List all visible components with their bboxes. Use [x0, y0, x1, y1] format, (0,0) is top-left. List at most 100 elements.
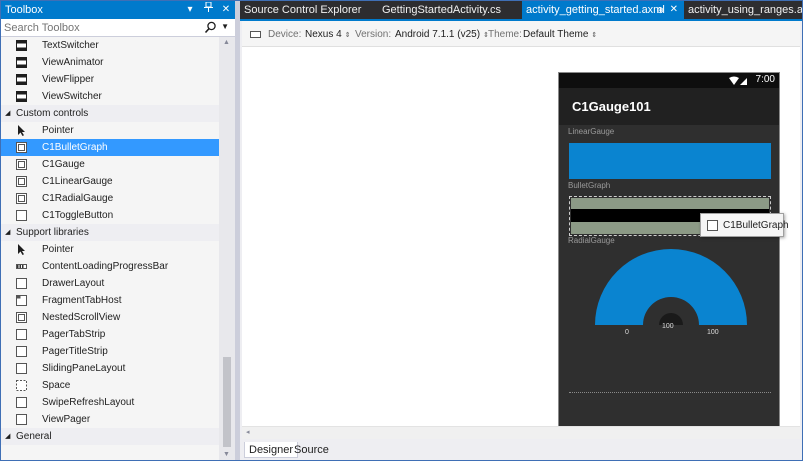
toolbox-title-bar: Toolbox ▾ ✕ — [1, 1, 235, 19]
toolbox-item[interactable]: Pointer — [1, 241, 219, 258]
ide-window: Toolbox ▾ ✕ ▼ TextSwitcher ViewAnimator Vi… — [0, 0, 803, 461]
search-icon[interactable] — [204, 21, 217, 34]
theme-dropdown[interactable]: Default Theme ⇕ — [523, 29, 597, 40]
tab-label: Designer — [249, 444, 294, 456]
collapse-triangle-icon[interactable]: ◢ — [5, 224, 10, 241]
toolbox-item[interactable]: Space — [1, 377, 219, 394]
toolbox-item-label: C1BulletGraph — [42, 142, 108, 153]
tab-activity-getting-started[interactable]: activity_getting_started.axml ⊕ ✕ — [522, 1, 684, 19]
close-icon[interactable]: ✕ — [670, 1, 678, 19]
control-box-icon — [16, 193, 27, 204]
scroll-left-icon[interactable]: ◂ — [246, 428, 250, 436]
toolbox-item[interactable]: ViewSwitcher — [1, 88, 219, 105]
scroll-down-icon[interactable]: ▼ — [223, 451, 230, 458]
toolbox-search-box[interactable]: ▼ — [1, 19, 235, 37]
tab-source[interactable]: Source — [290, 442, 333, 458]
pin-icon[interactable]: ⊕ — [656, 1, 664, 19]
toolbox-item[interactable]: NestedScrollView — [1, 309, 219, 326]
linear-gauge[interactable] — [569, 143, 771, 179]
bullet-graph-label: BulletGraph — [568, 181, 611, 190]
toolbox-category[interactable]: ◢ Custom controls — [1, 105, 219, 122]
designer-horizontal-scrollbar[interactable]: ◂ — [242, 426, 800, 439]
chevron-updown-icon: ⇕ — [344, 32, 351, 39]
toolbox-item[interactable]: FragmentTabHost — [1, 292, 219, 309]
device-label: Device: — [268, 29, 302, 40]
tab-label: Source — [294, 444, 329, 456]
toolbox-category[interactable]: ◢ Support libraries — [1, 224, 219, 241]
toolbox-item[interactable]: C1BulletGraph — [1, 139, 219, 156]
toolbox-search-input[interactable] — [4, 21, 194, 35]
empty-box-icon — [16, 278, 27, 289]
view-switcher-icon — [16, 91, 27, 102]
tab-activity-using-ranges[interactable]: activity_using_ranges.axml — [684, 1, 802, 19]
toolbox-item[interactable]: C1RadialGauge — [1, 190, 219, 207]
signal-battery-icon — [729, 76, 747, 85]
scrollbar-thumb[interactable] — [223, 357, 231, 447]
empty-box-icon — [16, 329, 27, 340]
toolbox-item-label: SwipeRefreshLayout — [42, 397, 135, 408]
designer-surface: Device: Nexus 4 ⇕ Version: Android 7.1.1 … — [242, 21, 800, 440]
toolbox-list: TextSwitcher ViewAnimator ViewFlipper ViewS… — [1, 37, 219, 460]
toolbox-item[interactable]: PagerTabStrip — [1, 326, 219, 343]
toolbox-item[interactable]: C1Gauge — [1, 156, 219, 173]
device-dropdown[interactable]: Nexus 4 ⇕ — [305, 29, 351, 40]
android-status-bar: 7:00 — [559, 73, 779, 88]
empty-box-icon — [16, 414, 27, 425]
control-box-icon — [707, 220, 718, 231]
toolbox-item[interactable]: TextSwitcher — [1, 37, 219, 54]
toolbox-item[interactable]: ContentLoadingProgressBar — [1, 258, 219, 275]
window-position-icon[interactable]: ▾ — [185, 1, 195, 19]
toolbox-item[interactable]: SwipeRefreshLayout — [1, 394, 219, 411]
radial-min-label: 0 — [625, 329, 629, 336]
toolbox-item[interactable]: SlidingPaneLayout — [1, 360, 219, 377]
tab-source-control-explorer[interactable]: Source Control Explorer — [240, 1, 376, 19]
radial-value-label: 100 — [662, 323, 674, 330]
collapse-triangle-icon[interactable]: ◢ — [5, 105, 10, 122]
tab-getting-started-activity[interactable]: GettingStartedActivity.cs — [378, 1, 522, 19]
dashed-box-icon — [16, 380, 27, 391]
toolbox-item-label: DrawerLayout — [42, 278, 105, 289]
theme-label: Theme: — [488, 29, 522, 40]
version-value: Android 7.1.1 (v25) — [395, 29, 481, 40]
radial-gauge[interactable] — [591, 245, 751, 335]
chevron-down-icon[interactable]: ▼ — [221, 22, 229, 31]
pin-icon[interactable] — [203, 1, 213, 19]
toolbox-item-label: ViewPager — [42, 414, 91, 425]
device-value: Nexus 4 — [305, 29, 342, 40]
toolbox-panel: Toolbox ▾ ✕ ▼ TextSwitcher ViewAnimator Vi… — [1, 1, 235, 460]
toolbox-item[interactable]: C1ToggleButton — [1, 207, 219, 224]
control-box-icon — [16, 176, 27, 187]
toolbox-item-label: Pointer — [42, 125, 74, 136]
toolbox-item[interactable]: ViewPager — [1, 411, 219, 428]
toolbox-scrollbar[interactable]: ▲ ▼ — [219, 37, 235, 460]
linear-gauge-label: LinearGauge — [568, 127, 615, 136]
toolbox-item-label: ContentLoadingProgressBar — [42, 261, 169, 272]
collapse-triangle-icon[interactable]: ◢ — [5, 428, 10, 445]
app-title: C1Gauge101 — [572, 99, 651, 114]
radial-max-label: 100 — [707, 329, 719, 336]
category-label: General — [16, 431, 52, 442]
toolbox-item[interactable]: C1LinearGauge — [1, 173, 219, 190]
toolbox-item[interactable]: DrawerLayout — [1, 275, 219, 292]
empty-box-icon — [16, 346, 27, 357]
toolbox-item[interactable]: Pointer — [1, 122, 219, 139]
designer-view-tabs: Designer Source — [242, 439, 800, 460]
pointer-icon — [16, 244, 27, 255]
device-preview[interactable]: 7:00 C1Gauge101 LinearGauge BulletGraph … — [558, 72, 780, 440]
design-canvas[interactable]: 7:00 C1Gauge101 LinearGauge BulletGraph … — [242, 48, 800, 440]
toolbox-item[interactable]: ViewFlipper — [1, 71, 219, 88]
toolbox-item-label: C1Gauge — [42, 159, 85, 170]
close-icon[interactable]: ✕ — [221, 1, 231, 19]
toolbox-item-label: ViewSwitcher — [42, 91, 102, 102]
view-switcher-icon — [16, 74, 27, 85]
version-dropdown[interactable]: Android 7.1.1 (v25) ⇕ — [395, 29, 489, 40]
document-tab-strip: Source Control Explorer GettingStartedAc… — [240, 1, 802, 19]
toolbox-item[interactable]: ViewAnimator — [1, 54, 219, 71]
toolbox-item-label: PagerTitleStrip — [42, 346, 108, 357]
toolbox-category[interactable]: ◢ General — [1, 428, 219, 445]
tooltip-label: C1BulletGraph — [723, 220, 789, 231]
device-icon — [250, 31, 261, 38]
designer-toolbar: Device: Nexus 4 ⇕ Version: Android 7.1.1 … — [242, 21, 800, 47]
toolbox-item[interactable]: PagerTitleStrip — [1, 343, 219, 360]
scroll-up-icon[interactable]: ▲ — [223, 39, 230, 46]
